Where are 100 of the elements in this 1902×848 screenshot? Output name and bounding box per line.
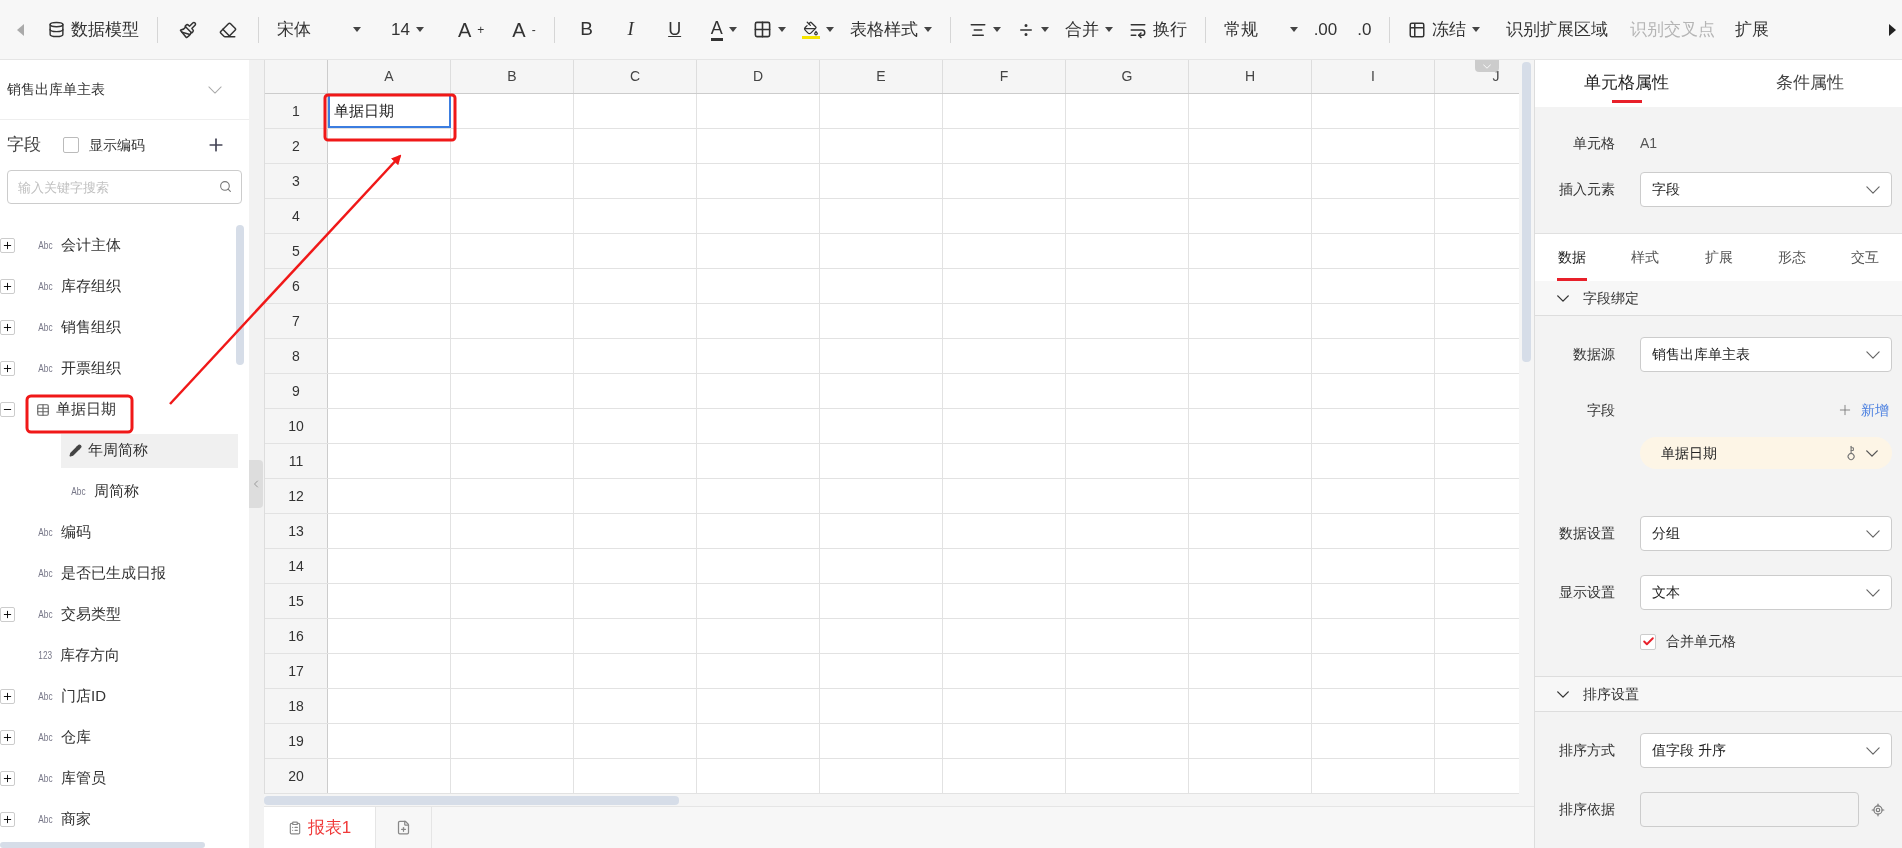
- sort-method-dropdown[interactable]: 值字段 升序: [1640, 733, 1892, 768]
- chevron-down-icon: [1557, 294, 1569, 302]
- expand-button[interactable]: [0, 812, 15, 827]
- section-tab[interactable]: 数据: [1557, 247, 1587, 281]
- font-dropdown[interactable]: 宋体: [269, 11, 369, 48]
- scrollbar-thumb[interactable]: [236, 225, 244, 365]
- column-header[interactable]: H: [1189, 60, 1312, 93]
- form-label: 字段: [1586, 400, 1615, 420]
- wrap-button[interactable]: 换行: [1120, 11, 1195, 48]
- row-header[interactable]: 12: [265, 479, 328, 513]
- type-label: Abc: [38, 361, 53, 377]
- row-header[interactable]: 17: [265, 654, 328, 688]
- expand-button[interactable]: [0, 279, 15, 294]
- type-label: Abc: [38, 525, 53, 541]
- row-header[interactable]: 8: [265, 339, 328, 373]
- remove-decimal-button[interactable]: .0: [1349, 11, 1380, 48]
- increase-font-button[interactable]: A +: [449, 11, 493, 48]
- type-label: Abc: [38, 730, 53, 746]
- section-tab[interactable]: 交互: [1850, 247, 1880, 281]
- chevron-down-icon: [1483, 63, 1491, 69]
- scrollbar-thumb[interactable]: [0, 842, 205, 848]
- caret-icon: [728, 27, 737, 32]
- search-field[interactable]: 输入关键字搜索: [7, 170, 242, 204]
- row-header[interactable]: 14: [265, 549, 328, 583]
- display-setting-dropdown[interactable]: 文本: [1640, 575, 1892, 610]
- expand-button[interactable]: [0, 361, 15, 376]
- checkbox[interactable]: [63, 137, 79, 153]
- sort-basis-field[interactable]: [1640, 792, 1859, 827]
- column-header[interactable]: F: [943, 60, 1066, 93]
- fields-title: 字段: [7, 134, 41, 157]
- row-header[interactable]: 1: [265, 94, 328, 128]
- row-header[interactable]: 5: [265, 234, 328, 268]
- row-header[interactable]: 9: [265, 374, 328, 408]
- section-header[interactable]: 排序设置: [1535, 677, 1902, 712]
- row-header[interactable]: 11: [265, 444, 328, 478]
- row-header[interactable]: 4: [265, 199, 328, 233]
- plus-icon: [2, 240, 13, 251]
- column-header[interactable]: C: [574, 60, 697, 93]
- row-header[interactable]: 15: [265, 584, 328, 618]
- database-icon: [48, 21, 65, 38]
- row-header[interactable]: 6: [265, 269, 328, 303]
- row-header[interactable]: 10: [265, 409, 328, 443]
- row-header[interactable]: 16: [265, 619, 328, 653]
- panel-tab[interactable]: 单元格属性: [1535, 60, 1719, 107]
- column-header[interactable]: E: [820, 60, 943, 93]
- detect-area-button[interactable]: 识别扩展区域: [1498, 11, 1617, 48]
- underline-button[interactable]: U: [652, 11, 697, 48]
- plus-icon: [1837, 402, 1853, 418]
- expand-button[interactable]: [0, 730, 15, 745]
- row-header[interactable]: 18: [265, 689, 328, 723]
- expand-button[interactable]: [0, 320, 15, 335]
- expand-button[interactable]: [0, 771, 15, 786]
- panel-tab[interactable]: 条件属性: [1718, 60, 1902, 107]
- insert-element-dropdown[interactable]: 字段: [1640, 172, 1892, 207]
- font-size-dropdown[interactable]: 14: [383, 11, 432, 48]
- check-icon: [1641, 635, 1655, 648]
- target-icon[interactable]: [1871, 802, 1885, 817]
- field-chip[interactable]: 单据日期: [1640, 437, 1892, 469]
- sheet-tab[interactable]: 报表1: [264, 807, 376, 848]
- add-decimal-button[interactable]: .00: [1305, 11, 1346, 48]
- merge-dropdown[interactable]: 合并: [1056, 11, 1121, 48]
- column-header[interactable]: B: [451, 60, 574, 93]
- row-header[interactable]: 3: [265, 164, 328, 198]
- row-header[interactable]: 13: [265, 514, 328, 548]
- row-header[interactable]: 20: [265, 759, 328, 793]
- checkbox[interactable]: [1640, 633, 1656, 650]
- data-setting-dropdown[interactable]: 分组: [1640, 516, 1892, 551]
- section-header[interactable]: 字段绑定: [1535, 281, 1902, 316]
- scrollbar-thumb[interactable]: [264, 795, 679, 805]
- font-color-button[interactable]: A: [702, 11, 745, 48]
- row-header[interactable]: 7: [265, 304, 328, 338]
- column-header[interactable]: A: [328, 60, 451, 93]
- row-header[interactable]: 2: [265, 129, 328, 163]
- section-tab[interactable]: 扩展: [1703, 247, 1734, 281]
- row-header[interactable]: 19: [265, 724, 328, 758]
- type-label: Abc: [38, 812, 53, 828]
- italic-button[interactable]: I: [608, 11, 653, 48]
- table-cell[interactable]: 单据日期: [328, 94, 451, 128]
- chevron-down-icon: [208, 85, 222, 94]
- table-style-dropdown[interactable]: 表格样式: [841, 11, 940, 48]
- expand-button[interactable]: [0, 689, 15, 704]
- data-source-dropdown[interactable]: 销售出库单主表: [1640, 337, 1892, 372]
- column-header[interactable]: I: [1312, 60, 1435, 93]
- field-item[interactable]: 年周简称: [61, 433, 238, 468]
- collapse-button[interactable]: [0, 402, 15, 417]
- data-model-button[interactable]: 数据模型: [40, 11, 147, 48]
- section-tab[interactable]: 样式: [1630, 247, 1661, 281]
- expand-button[interactable]: [0, 607, 15, 622]
- column-header[interactable]: D: [697, 60, 820, 93]
- bold-button[interactable]: B: [564, 11, 609, 48]
- decrease-font-button[interactable]: A -: [504, 11, 544, 48]
- expand-button[interactable]: [0, 238, 15, 253]
- section-tab[interactable]: 形态: [1776, 247, 1807, 281]
- column-header[interactable]: G: [1066, 60, 1189, 93]
- extend-button[interactable]: 扩展: [1727, 11, 1778, 48]
- chevron-down-icon: [1866, 588, 1880, 597]
- number-format-dropdown[interactable]: 常规: [1215, 11, 1306, 48]
- freeze-dropdown[interactable]: 冻结: [1400, 11, 1489, 48]
- add-button[interactable]: 新增: [1837, 399, 1889, 421]
- scrollbar-thumb[interactable]: [1522, 62, 1531, 362]
